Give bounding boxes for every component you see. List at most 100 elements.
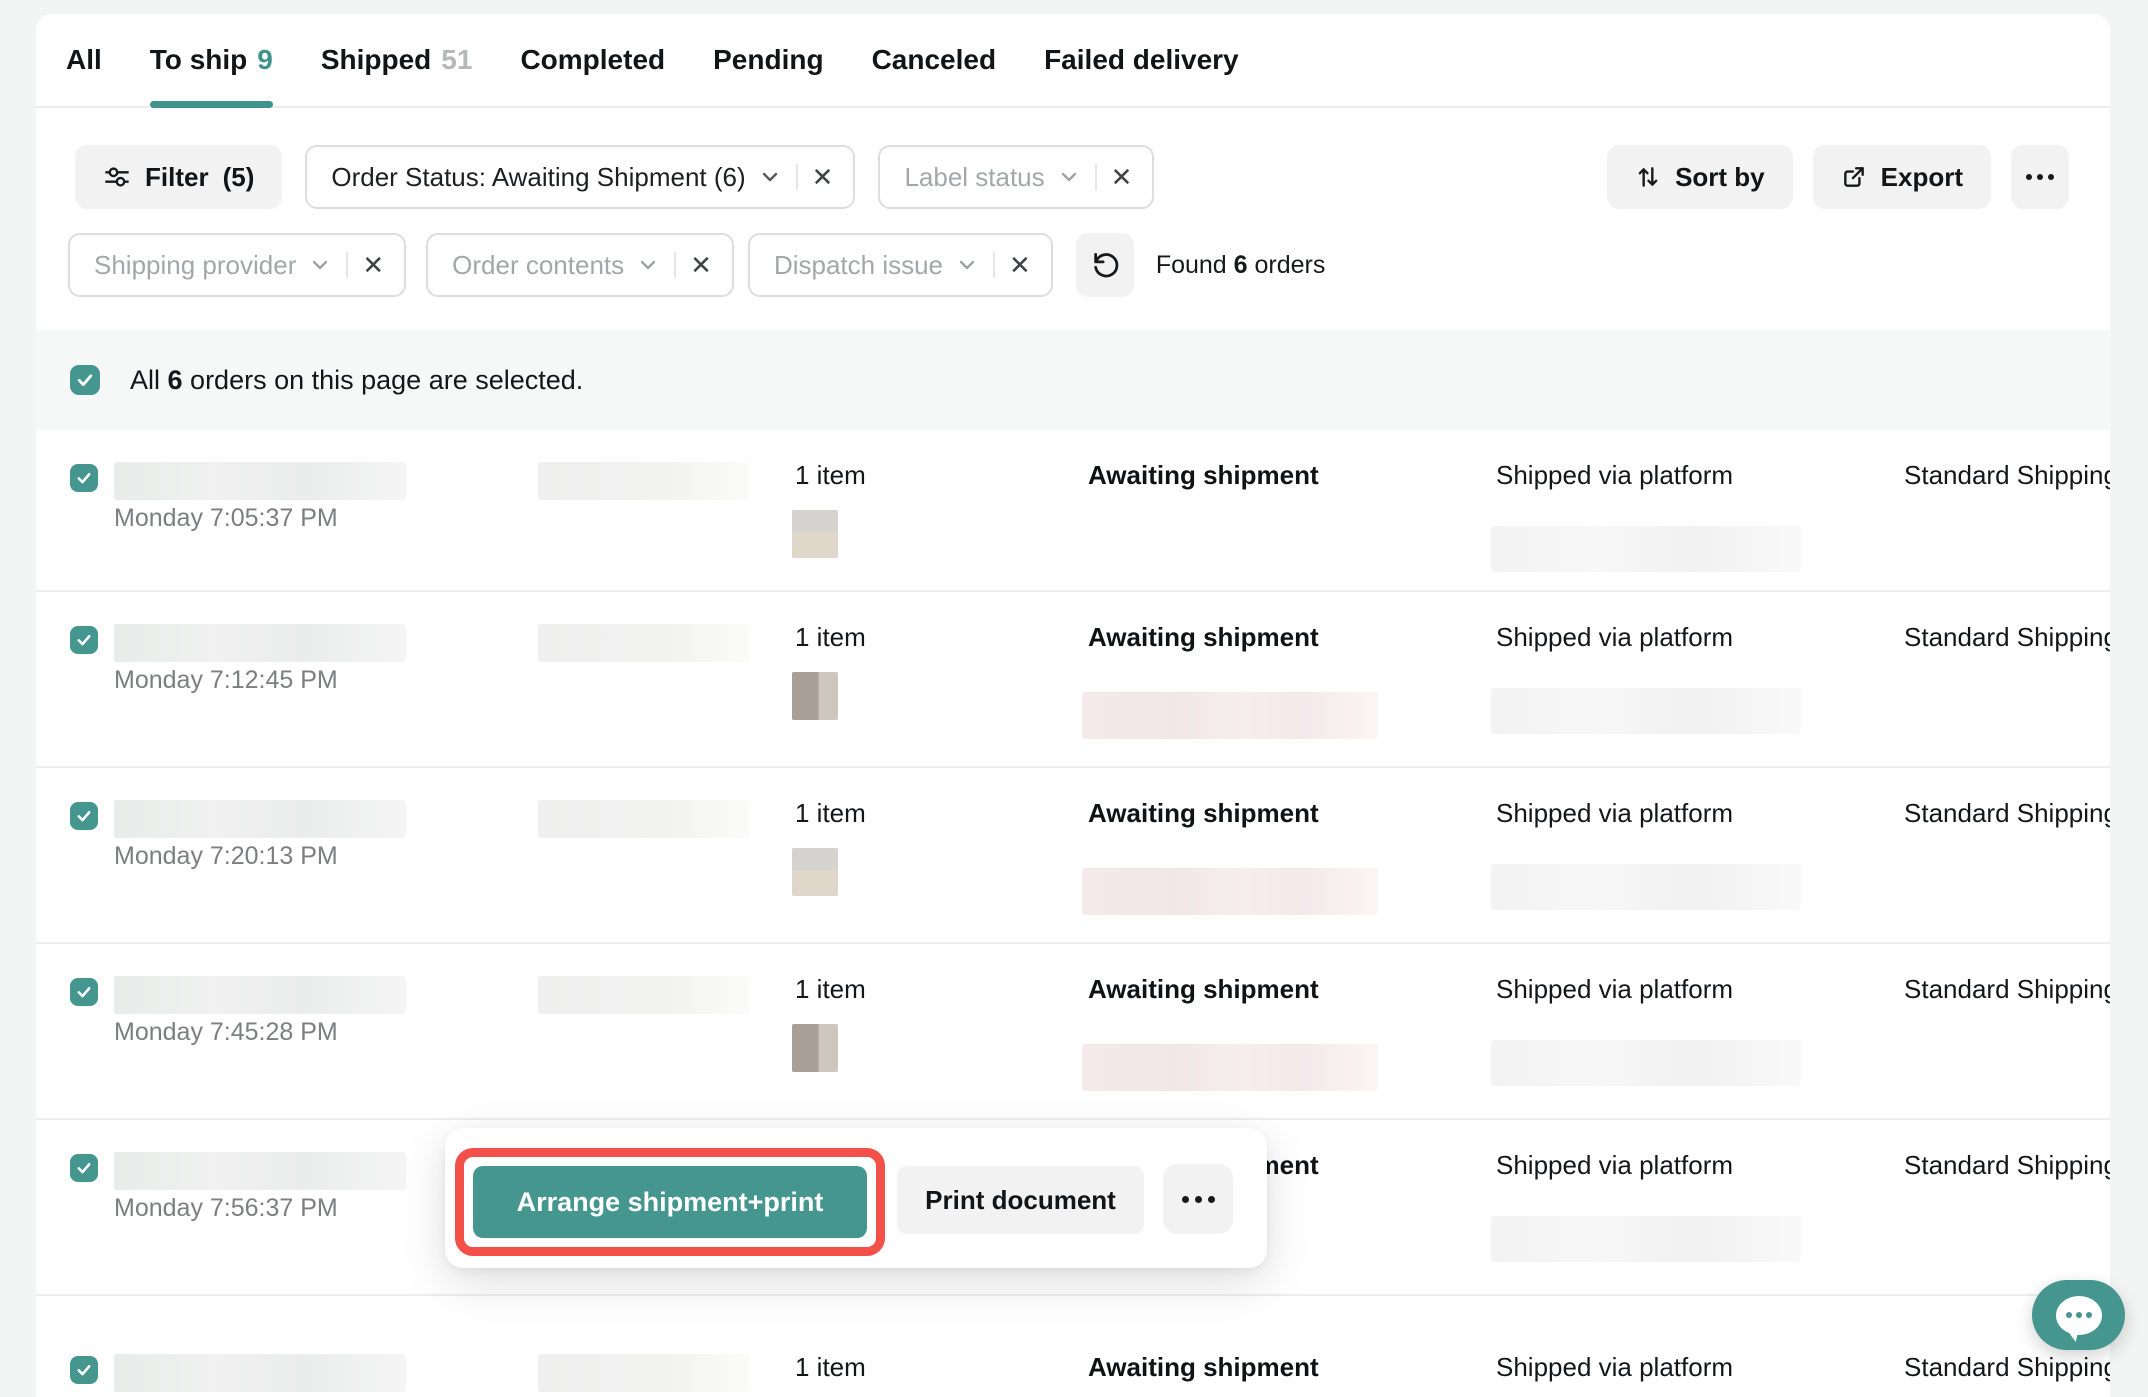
tab-canceled[interactable]: Canceled (872, 14, 997, 106)
chevron-down-icon[interactable] (1057, 165, 1081, 189)
selection-bar: All 6 orders on this page are selected. (36, 330, 2110, 430)
tab-count: 51 (441, 44, 472, 76)
close-icon[interactable]: ✕ (362, 252, 384, 278)
export-icon (1841, 164, 1867, 190)
order-time: Monday 7:45:28 PM (114, 1018, 338, 1047)
product-thumbnail-redacted (792, 510, 838, 558)
order-checkbox[interactable] (70, 1154, 98, 1182)
buyer-name-redacted (538, 624, 750, 662)
chip-label: Shipping provider (94, 250, 296, 281)
chevron-down-icon[interactable] (955, 253, 979, 277)
more-bulk-actions-button[interactable] (1163, 1164, 1233, 1234)
close-icon[interactable]: ✕ (690, 252, 712, 278)
product-thumbnail-redacted (792, 848, 838, 896)
chip-divider (346, 252, 348, 278)
sliders-icon (103, 163, 131, 191)
support-chat-button[interactable] (2032, 1280, 2125, 1350)
chevron-down-icon[interactable] (636, 253, 660, 277)
tab-failed-delivery[interactable]: Failed delivery (1044, 14, 1239, 106)
close-icon[interactable]: ✕ (812, 164, 834, 190)
shipping-option: Standard Shipping (1904, 622, 2110, 653)
product-thumbnail-redacted (792, 1024, 838, 1072)
order-checkbox[interactable] (70, 1356, 98, 1384)
close-icon[interactable]: ✕ (1111, 164, 1133, 190)
order-checkbox[interactable] (70, 626, 98, 654)
shipping-option: Standard Shipping (1904, 798, 2110, 829)
label-status-filter-chip[interactable]: Label status ✕ (878, 145, 1154, 209)
fulfillment-method: Shipped via platform (1496, 974, 1733, 1005)
orders-page: All To ship 9 Shipped 51 Completed Pendi… (0, 0, 2148, 1397)
chip-divider (796, 164, 798, 190)
filter-row-2: Shipping provider ✕ Order contents ✕ Dis… (36, 233, 2110, 297)
fulfillment-method: Shipped via platform (1496, 798, 1733, 829)
filter-button[interactable]: Filter (5) (75, 145, 282, 209)
select-all-checkbox[interactable] (70, 365, 100, 395)
order-checkbox[interactable] (70, 978, 98, 1006)
order-contents-filter-chip[interactable]: Order contents ✕ (426, 233, 734, 297)
tracking-info-redacted (1491, 688, 1801, 734)
chevron-down-icon[interactable] (308, 253, 332, 277)
status-note-redacted (1082, 1044, 1378, 1091)
tab-to-ship[interactable]: To ship 9 (150, 14, 273, 106)
order-status: Awaiting shipment (1088, 460, 1319, 491)
order-row: Monday 7:12:45 PM 1 item Awaiting shipme… (36, 592, 2110, 768)
shipping-option: Standard Shipping (1904, 974, 2110, 1005)
chat-bubble-icon (2056, 1296, 2102, 1335)
more-actions-button[interactable] (2011, 145, 2069, 209)
buyer-name-redacted (538, 1354, 750, 1392)
ellipsis-icon (1182, 1196, 1189, 1203)
tab-all[interactable]: All (66, 14, 102, 106)
tab-pending[interactable]: Pending (713, 14, 823, 106)
tab-label: All (66, 44, 102, 76)
shipping-option: Standard Shipping (1904, 460, 2110, 491)
order-item-count: 1 item (795, 1352, 866, 1383)
sort-by-button[interactable]: Sort by (1607, 145, 1793, 209)
order-id-redacted (114, 976, 406, 1014)
fulfillment-method: Shipped via platform (1496, 622, 1733, 653)
dispatch-issue-filter-chip[interactable]: Dispatch issue ✕ (748, 233, 1053, 297)
order-time: Monday 7:56:37 PM (114, 1194, 338, 1223)
order-item-count: 1 item (795, 798, 866, 829)
order-item-count: 1 item (795, 460, 866, 491)
checkmark-icon (75, 631, 93, 649)
order-time: Monday 7:05:37 PM (114, 504, 338, 533)
chip-divider (993, 252, 995, 278)
filter-count: (5) (223, 162, 255, 193)
tab-label: Shipped (321, 44, 431, 76)
shipping-provider-filter-chip[interactable]: Shipping provider ✕ (68, 233, 406, 297)
arrange-shipment-print-button[interactable]: Arrange shipment+print (473, 1166, 867, 1238)
print-document-button[interactable]: Print document (897, 1166, 1144, 1234)
close-icon[interactable]: ✕ (1009, 252, 1031, 278)
order-checkbox[interactable] (70, 464, 98, 492)
tab-completed[interactable]: Completed (520, 14, 665, 106)
tab-label: Canceled (872, 44, 997, 76)
order-status: Awaiting shipment (1088, 974, 1319, 1005)
order-status: Awaiting shipment (1088, 1352, 1319, 1383)
checkmark-icon (75, 807, 93, 825)
export-label: Export (1881, 162, 1963, 193)
order-status-filter-chip[interactable]: Order Status: Awaiting Shipment (6) ✕ (305, 145, 855, 209)
filter-row-1: Filter (5) Order Status: Awaiting Shipme… (36, 145, 2110, 209)
selection-text: All 6 orders on this page are selected. (130, 365, 583, 396)
orders-panel: All To ship 9 Shipped 51 Completed Pendi… (36, 14, 2110, 330)
checkmark-icon (75, 1361, 93, 1379)
tracking-info-redacted (1491, 864, 1801, 910)
tab-shipped[interactable]: Shipped 51 (321, 14, 473, 106)
order-checkbox[interactable] (70, 802, 98, 830)
chip-label: Order Status: Awaiting Shipment (6) (331, 162, 745, 193)
order-id-redacted (114, 1152, 406, 1190)
order-status: Awaiting shipment (1088, 622, 1319, 653)
shipping-option: Standard Shipping (1904, 1352, 2110, 1383)
annotation-highlight-red: Arrange shipment+print (455, 1148, 885, 1256)
checkmark-icon (75, 983, 93, 1001)
chip-label: Order contents (452, 250, 624, 281)
bulk-action-popup: Arrange shipment+print Print document (445, 1128, 1267, 1268)
sort-by-label: Sort by (1675, 162, 1765, 193)
checkmark-icon (75, 370, 95, 390)
selection-count: 6 (168, 365, 183, 395)
status-note-redacted (1082, 868, 1378, 915)
reset-filters-button[interactable] (1076, 233, 1134, 297)
checkmark-icon (75, 469, 93, 487)
chevron-down-icon[interactable] (758, 165, 782, 189)
export-button[interactable]: Export (1813, 145, 1991, 209)
